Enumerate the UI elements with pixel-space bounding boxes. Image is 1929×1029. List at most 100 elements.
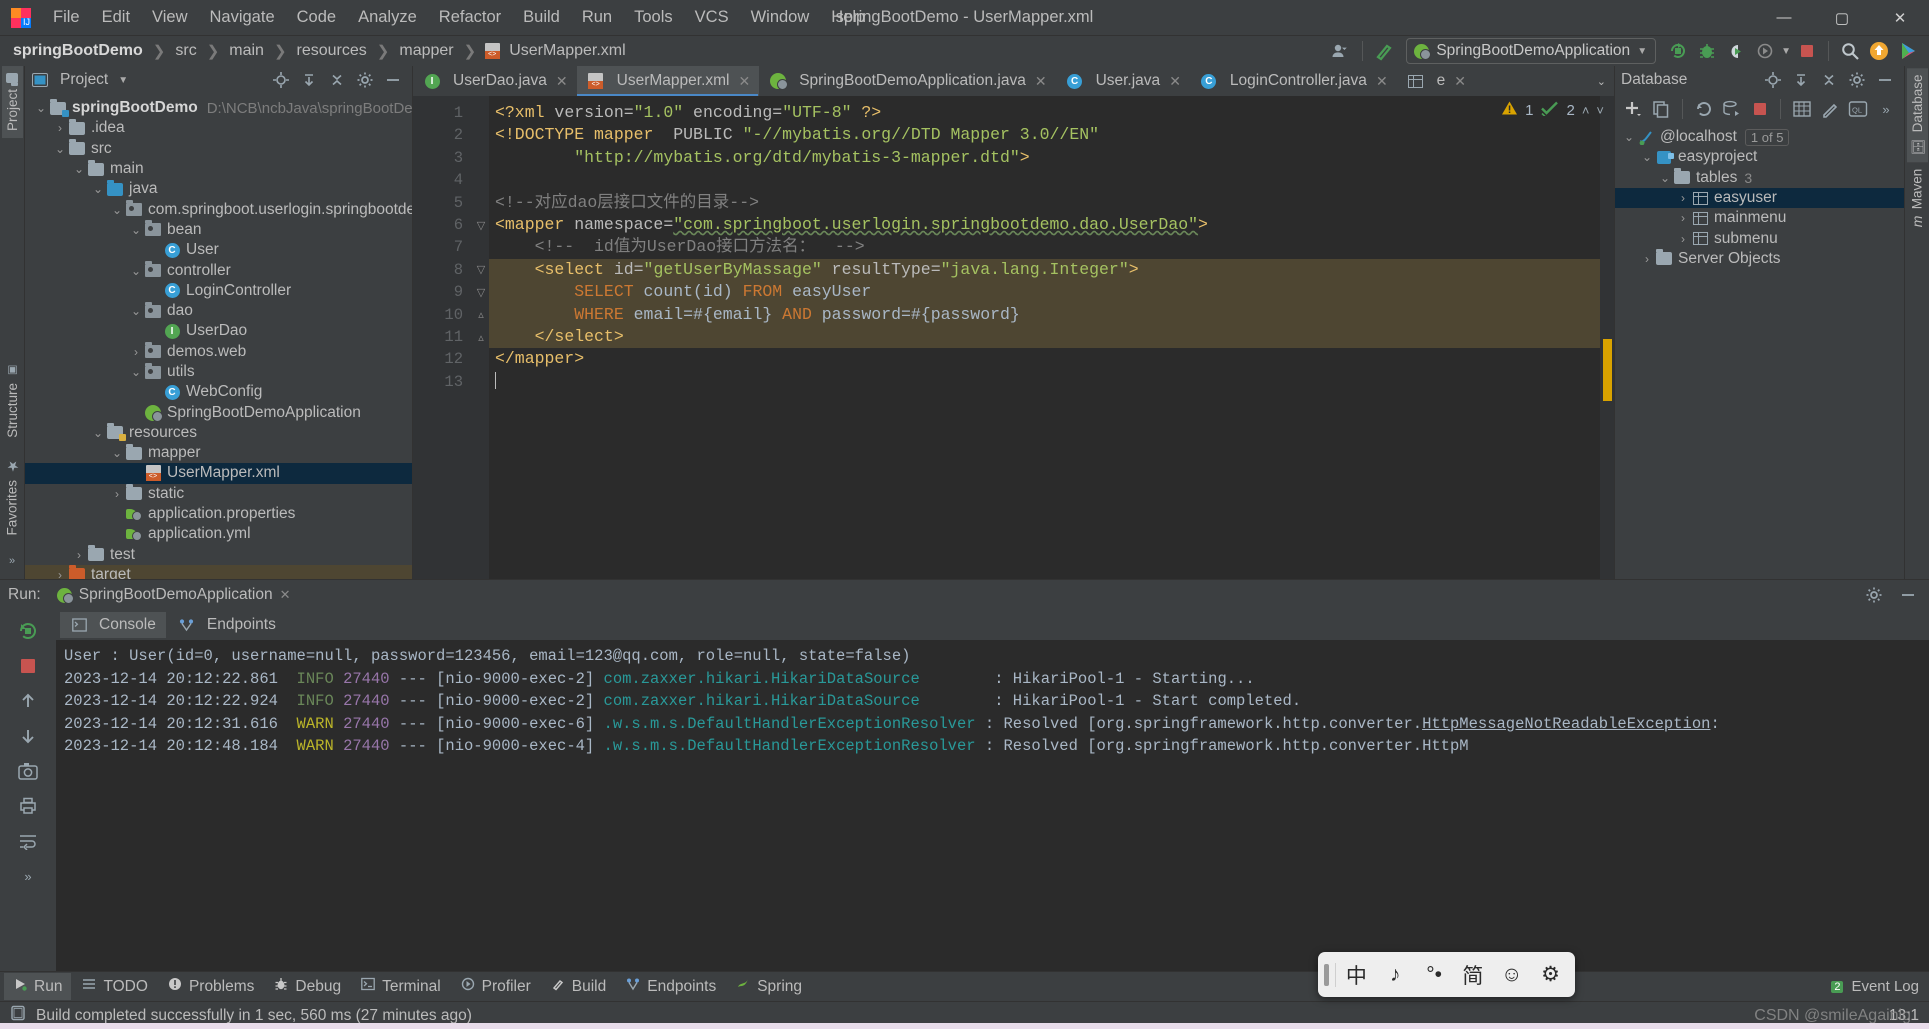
project-tree-item-src[interactable]: ⌄src <box>25 139 412 159</box>
gear-icon[interactable] <box>1844 67 1870 93</box>
chevron-right-icon[interactable]: › <box>71 548 87 562</box>
close-icon[interactable]: ✕ <box>1035 73 1047 90</box>
menu-item-edit[interactable]: Edit <box>91 4 141 31</box>
db-tree-item-submenu[interactable]: ›submenu <box>1615 228 1904 248</box>
breadcrumb-main[interactable]: main <box>226 41 267 61</box>
menu-item-tools[interactable]: Tools <box>623 4 684 31</box>
project-tree-item-springbootdemoapplication[interactable]: SpringBootDemoApplication <box>25 402 412 422</box>
chevron-right-icon[interactable]: › <box>1675 191 1691 205</box>
hide-panel-icon[interactable] <box>1872 67 1898 93</box>
project-tree-item-bean[interactable]: ⌄bean <box>25 220 412 240</box>
user-settings-icon[interactable] <box>1328 38 1354 64</box>
more-actions-icon[interactable]: » <box>15 863 41 889</box>
project-tree-item-utils[interactable]: ⌄utils <box>25 362 412 382</box>
run-side-toolbar[interactable]: » <box>0 610 56 971</box>
print-icon[interactable] <box>15 793 41 819</box>
code-line[interactable]: </mapper> <box>489 348 1614 370</box>
project-tree-item-springbootdemo[interactable]: ⌄springBootDemoD:\NCB\ncbJava\springBoot… <box>25 98 412 118</box>
scroll-up-icon[interactable] <box>15 688 41 714</box>
close-icon[interactable]: ✕ <box>738 73 750 90</box>
locate-file-icon[interactable] <box>268 67 294 93</box>
project-tree-item--idea[interactable]: ›.idea <box>25 118 412 138</box>
toolwindow-debug[interactable]: Debug <box>265 973 350 1000</box>
collapse-all-icon[interactable] <box>324 67 350 93</box>
fold-marker-icon[interactable]: ▽ <box>473 214 489 236</box>
ime-punctuation-icon[interactable]: °• <box>1416 958 1453 992</box>
editor-tab-springbootdemoapplication-java[interactable]: SpringBootDemoApplication.java✕ <box>759 66 1055 96</box>
chevron-down-icon[interactable]: ⌄ <box>1657 171 1673 185</box>
db-tree-item-server-objects[interactable]: ›Server Objects <box>1615 249 1904 269</box>
menu-item-build[interactable]: Build <box>512 4 571 31</box>
db-tree-item-easyuser[interactable]: ›easyuser <box>1615 188 1904 208</box>
console-output[interactable]: User : User(id=0, username=null, passwor… <box>56 640 1929 971</box>
chevron-down-icon[interactable]: ⌄ <box>128 264 144 278</box>
stripe-button-maven[interactable]: m Maven <box>1906 162 1928 234</box>
close-icon[interactable]: ✕ <box>1376 73 1388 90</box>
profiler-icon[interactable] <box>1752 38 1778 64</box>
toolwindow-spring[interactable]: Spring <box>727 973 811 1000</box>
close-icon[interactable]: ✕ <box>556 73 568 90</box>
project-tree[interactable]: ⌄springBootDemoD:\NCB\ncbJava\springBoot… <box>25 94 412 579</box>
fold-marker-icon[interactable]: ▵ <box>473 304 489 326</box>
stop-icon[interactable] <box>15 653 41 679</box>
project-tree-item-demos-web[interactable]: ›demos.web <box>25 342 412 362</box>
editor-tab-logincontroller-java[interactable]: CLoginController.java✕ <box>1190 66 1397 96</box>
db-schema-chip[interactable]: 1 of 5 <box>1745 129 1790 146</box>
code-line[interactable] <box>489 371 1614 393</box>
hide-panel-icon[interactable] <box>380 67 406 93</box>
hide-panel-icon[interactable] <box>1895 582 1921 608</box>
ime-settings-icon[interactable]: ⚙ <box>1532 958 1569 992</box>
chevron-right-icon[interactable]: › <box>1639 252 1655 266</box>
rerun-icon[interactable] <box>15 618 41 644</box>
project-tree-item-webconfig[interactable]: CWebConfig <box>25 382 412 402</box>
minimize-button[interactable]: — <box>1755 0 1813 36</box>
close-button[interactable]: ✕ <box>1871 0 1929 36</box>
project-tree-item-static[interactable]: ›static <box>25 484 412 504</box>
chevron-down-icon[interactable]: ⌄ <box>1621 130 1637 144</box>
editor-tabs-overflow-icon[interactable]: ⌄ <box>1589 66 1614 96</box>
chevron-down-icon[interactable]: ⌄ <box>128 223 144 237</box>
project-tree-item-user[interactable]: CUser <box>25 240 412 260</box>
toolwindow-build[interactable]: Build <box>542 973 615 1000</box>
close-icon[interactable]: ✕ <box>1454 73 1466 90</box>
run-coverage-icon[interactable] <box>1723 38 1749 64</box>
menu-item-run[interactable]: Run <box>571 4 623 31</box>
duplicate-icon[interactable] <box>1649 96 1673 122</box>
chevron-right-icon[interactable]: › <box>1675 232 1691 246</box>
chevron-down-icon[interactable]: ⌄ <box>109 446 125 460</box>
chevron-right-icon[interactable]: › <box>109 487 125 501</box>
ime-mode-chinese[interactable]: 中 <box>1338 958 1375 992</box>
stop-icon[interactable] <box>1748 96 1772 122</box>
console-tabs[interactable]: ConsoleEndpoints <box>56 610 1929 640</box>
stripe-button-database[interactable]: 🗄 Database <box>1907 68 1928 162</box>
collapse-all-icon[interactable] <box>1816 67 1842 93</box>
chevron-down-icon[interactable]: ⌄ <box>109 203 125 217</box>
project-tree-item-com-springboot-userlogin-springbootdemo[interactable]: ⌄com.springboot.userlogin.springbootdemo <box>25 199 412 219</box>
project-tree-item-dao[interactable]: ⌄dao <box>25 301 412 321</box>
scroll-down-icon[interactable] <box>15 723 41 749</box>
breadcrumb-mapper[interactable]: mapper <box>396 41 456 61</box>
project-tree-item-application-properties[interactable]: application.properties <box>25 504 412 524</box>
code-editor[interactable]: 12345678910111213 ▽▽▽▵▵ <?xml version="1… <box>413 96 1614 579</box>
project-tree-item-java[interactable]: ⌄java <box>25 179 412 199</box>
code-line[interactable]: <!--对应dao层接口文件的目录--> <box>489 192 1614 214</box>
toolwindow-endpoints[interactable]: Endpoints <box>617 973 725 1000</box>
chevron-down-icon[interactable]: ⌄ <box>1639 150 1655 164</box>
edit-pencil-icon[interactable] <box>1818 96 1842 122</box>
code-content[interactable]: <?xml version="1.0" encoding="UTF-8" ?><… <box>489 96 1614 579</box>
fold-marker-icon[interactable]: ▵ <box>473 326 489 348</box>
menu-item-help[interactable]: Help <box>820 4 876 31</box>
chevron-right-icon[interactable]: › <box>52 568 68 579</box>
project-tree-item-usermapper-xml[interactable]: UserMapper.xml <box>25 463 412 483</box>
toolwindow-problems[interactable]: Problems <box>159 973 263 1000</box>
chevron-down-icon[interactable]: ⌄ <box>90 426 106 440</box>
menu-item-file[interactable]: File <box>42 4 91 31</box>
stripe-button-structure[interactable]: Structure ▣ <box>2 357 23 445</box>
update-project-icon[interactable] <box>1866 38 1892 64</box>
menu-item-code[interactable]: Code <box>286 4 347 31</box>
stripe-expand-icon[interactable]: » <box>9 543 15 579</box>
expand-all-icon[interactable] <box>296 67 322 93</box>
chevron-down-icon[interactable]: ⌄ <box>128 365 144 379</box>
db-tree-item--localhost[interactable]: ⌄@localhost1 of 5 <box>1615 127 1904 147</box>
project-tree-item-userdao[interactable]: IUserDao <box>25 321 412 341</box>
